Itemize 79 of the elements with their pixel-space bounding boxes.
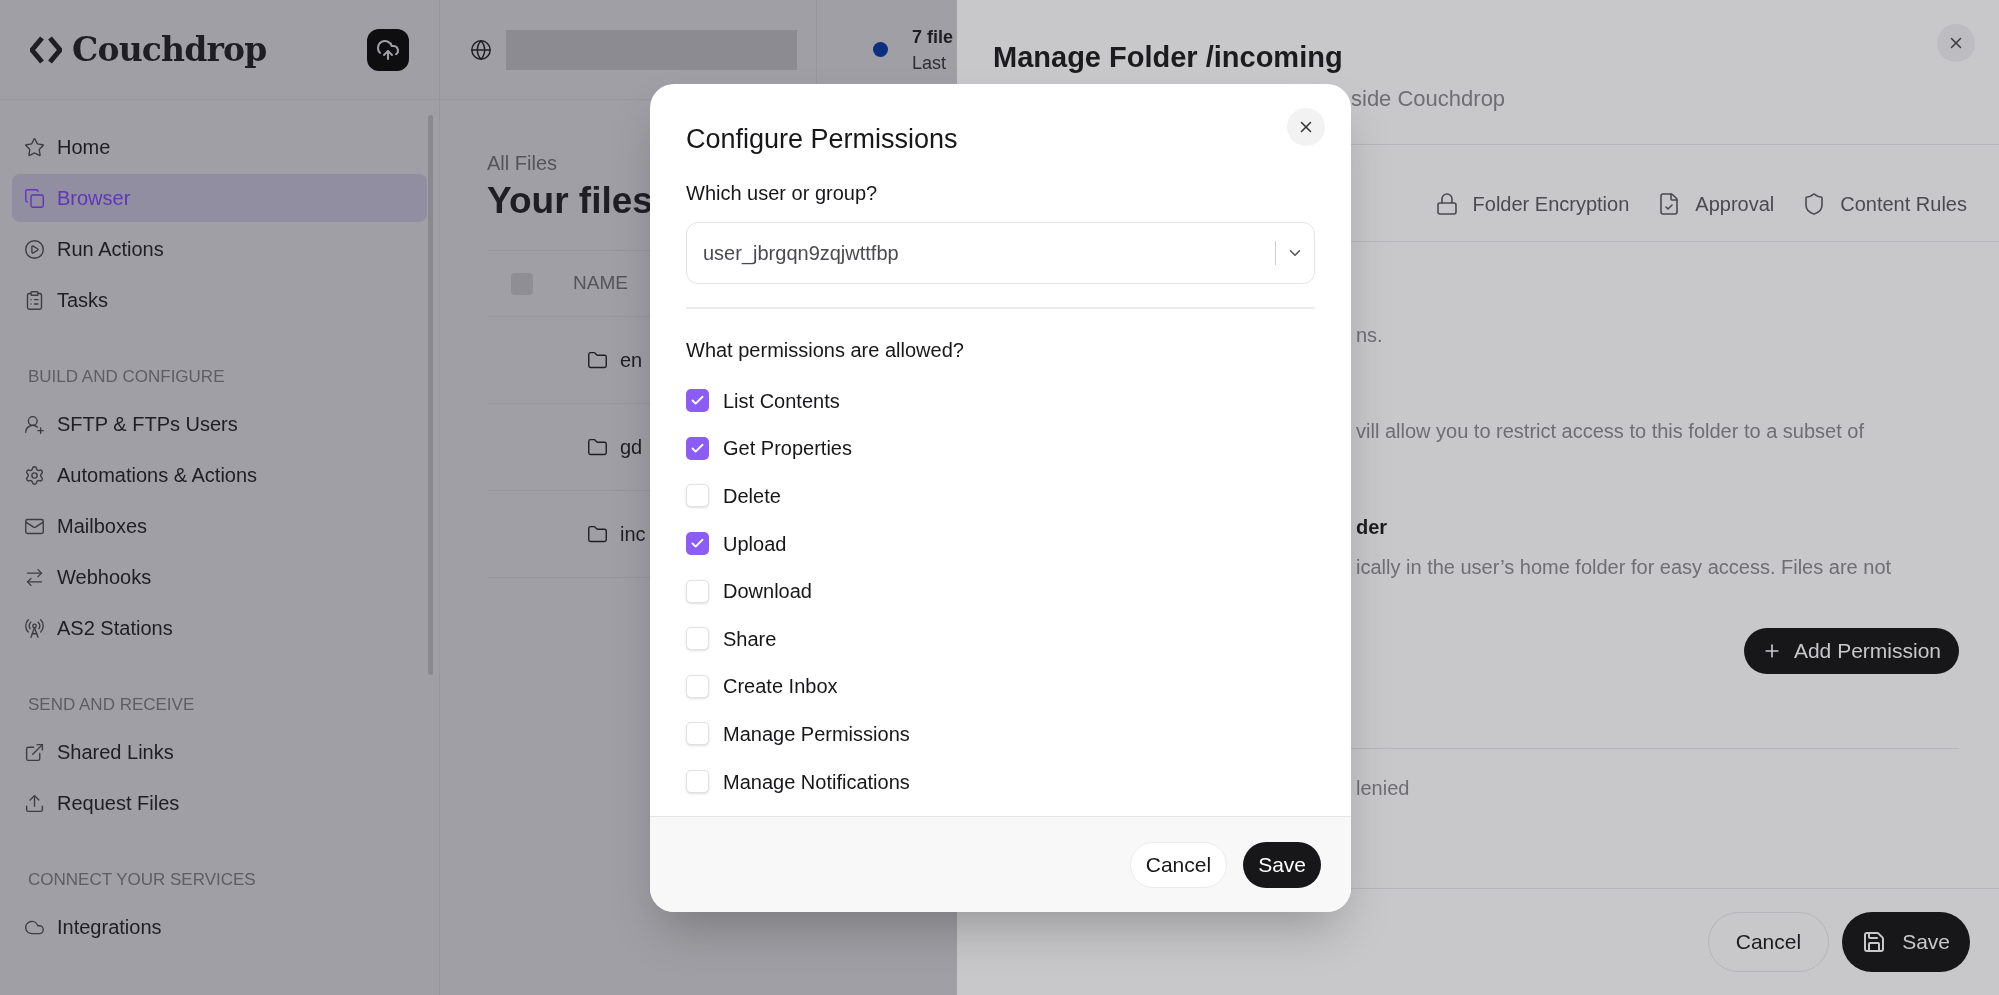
files-count: 7 file — [912, 25, 954, 49]
tab[interactable]: Folder Encryption — [1434, 169, 1630, 241]
permission-label: Download — [723, 579, 812, 605]
settings-icon — [24, 464, 45, 486]
upload-icon — [24, 792, 45, 814]
external-link-icon — [24, 741, 45, 763]
nav-item[interactable]: Webhooks — [12, 553, 427, 601]
folder-icon — [587, 523, 608, 545]
cancel-button[interactable]: Cancel — [1129, 841, 1228, 888]
nav-item[interactable]: Automations & Actions — [12, 451, 427, 499]
nav-item[interactable]: Tasks — [12, 276, 427, 324]
nav-item[interactable]: Request Files — [12, 779, 427, 827]
description-text: ically in the user’s home folder for easy access. Files are not — [1356, 555, 1893, 580]
nav-item[interactable]: AS2 Stations — [12, 604, 427, 652]
drawer-title: Manage Folder /incoming — [993, 40, 1344, 75]
checkbox[interactable] — [686, 770, 709, 794]
upload-button[interactable] — [367, 28, 409, 71]
play-circle-icon — [24, 238, 45, 260]
section-heading: der — [1356, 515, 1389, 540]
folder-icon — [587, 349, 608, 371]
nav-item[interactable]: Shared Links — [12, 728, 427, 776]
section-heading: BUILD AND CONFIGURE — [27, 366, 226, 389]
permission-label: Delete — [723, 484, 781, 509]
dialog-title: Configure Permissions — [686, 123, 958, 156]
field-label: What permissions are allowed? — [686, 338, 964, 363]
checkbox[interactable] — [686, 722, 709, 746]
permission-label: List Contents — [723, 388, 840, 414]
save-button[interactable]: Save — [1243, 841, 1321, 888]
last-update-text: Last — [912, 51, 948, 75]
breadcrumb: All Files — [487, 151, 558, 176]
checkbox[interactable] — [686, 436, 709, 460]
description-text: vill allow you to restrict access to this folder to a subset of — [1356, 419, 1865, 444]
checkbox[interactable] — [686, 484, 709, 508]
checkbox[interactable] — [686, 674, 709, 698]
column-header: NAME — [573, 271, 628, 296]
folder-icon — [587, 436, 608, 458]
checkbox[interactable] — [686, 579, 709, 603]
user-plus-icon — [24, 413, 45, 435]
permission-label: Manage Permissions — [723, 721, 910, 747]
permission-label: Manage Notifications — [723, 769, 910, 795]
close-button[interactable] — [1937, 24, 1975, 62]
clipboard-icon — [24, 289, 45, 311]
star-icon — [24, 136, 45, 158]
tab[interactable]: Approval — [1657, 169, 1775, 241]
section-heading: CONNECT YOUR SERVICES — [27, 869, 257, 892]
permission-label: Create Inbox — [723, 674, 838, 700]
lock-icon — [1434, 192, 1459, 216]
nav-item[interactable]: Run Actions — [12, 225, 427, 273]
nav-item[interactable]: Integrations — [12, 903, 427, 951]
close-button[interactable] — [1287, 108, 1325, 146]
drawer-subtitle: side Couchdrop — [1351, 85, 1506, 113]
page-title: Your files — [487, 179, 653, 223]
logo-diamond-icon — [30, 35, 62, 64]
save-button[interactable]: Save — [1842, 912, 1970, 972]
description-text: lenied — [1356, 776, 1411, 801]
nav-item[interactable]: SFTP & FTPs Users — [12, 400, 427, 448]
checkbox[interactable] — [686, 389, 709, 413]
stacked-pages-icon — [24, 187, 45, 209]
field-label: Which user or group? — [686, 181, 878, 206]
file-name[interactable]: gd — [620, 432, 643, 462]
nav-item[interactable]: Home — [12, 123, 427, 171]
permission-label: Share — [723, 626, 777, 652]
section-heading: SEND AND RECEIVE — [27, 694, 196, 717]
checkbox[interactable] — [686, 627, 709, 651]
arrows-icon — [24, 566, 45, 588]
checkbox[interactable] — [686, 532, 709, 556]
logo-text: Couchdrop — [72, 28, 267, 71]
file-name[interactable]: inc — [620, 519, 646, 549]
nav-item[interactable]: Mailboxes — [12, 502, 427, 550]
antenna-icon — [24, 617, 45, 639]
globe-icon — [470, 38, 492, 61]
tab[interactable]: Content Rules — [1802, 169, 1967, 241]
permission-label: Upload — [723, 531, 787, 557]
file-name[interactable]: en — [620, 345, 643, 375]
cloud-upload-icon — [376, 37, 400, 62]
description-text: ns. — [1356, 323, 1383, 348]
permission-label: Get Properties — [723, 436, 852, 462]
add-permission-button[interactable]: Add Permission — [1743, 628, 1959, 674]
user-select[interactable]: user_jbrgqn9zqjwttfbp — [686, 222, 1315, 284]
